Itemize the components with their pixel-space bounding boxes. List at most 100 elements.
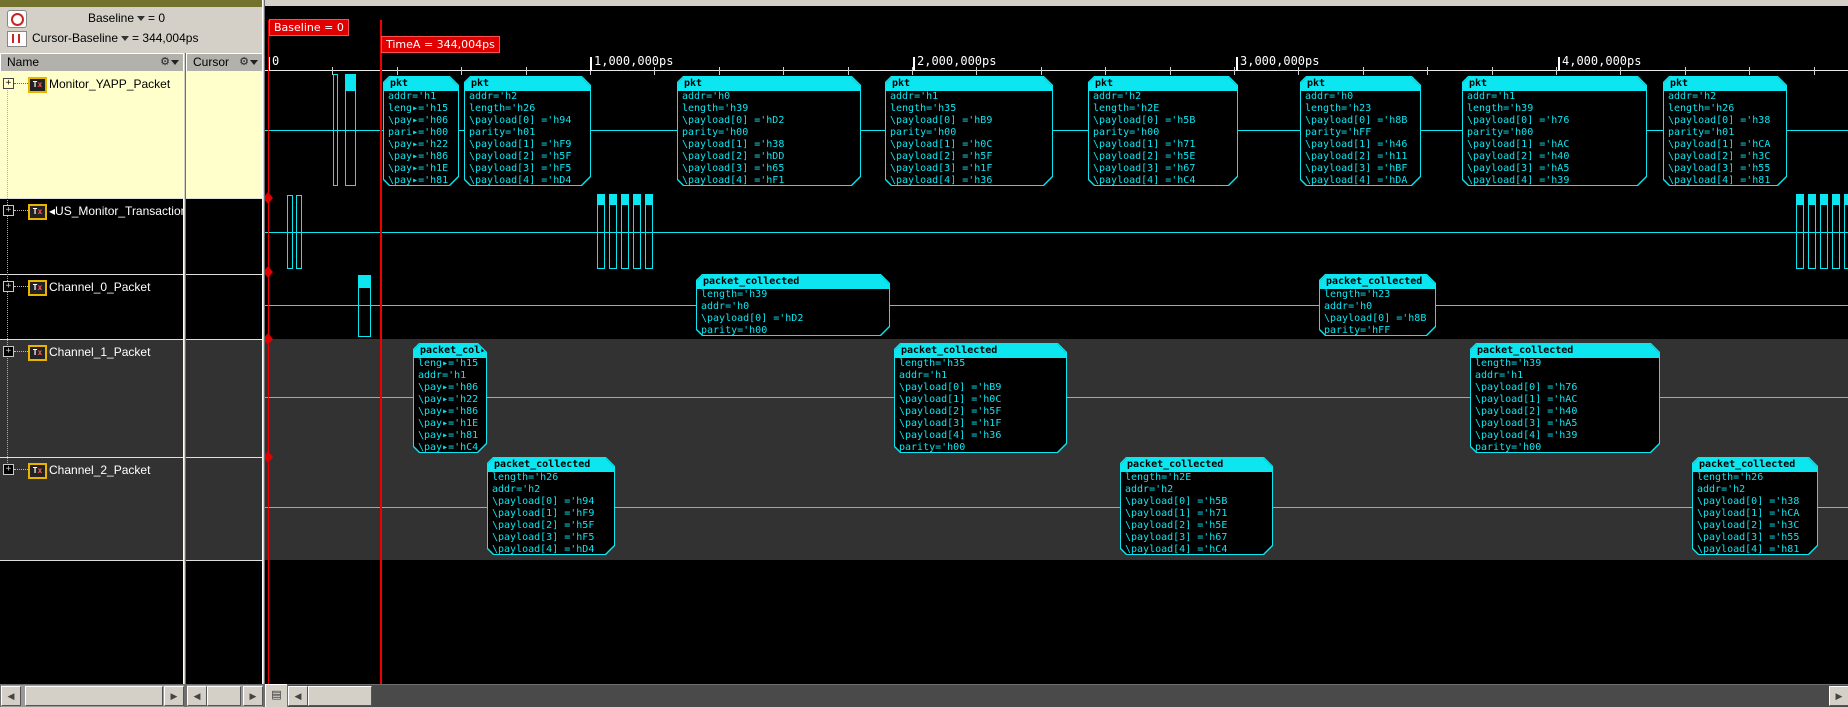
expand-plus-icon[interactable]: +	[3, 205, 14, 216]
transaction-field: \payload[2] ='h11	[1301, 151, 1420, 163]
signal-tree-item-channel_2_packet[interactable]: +TxChannel_2_Packet	[0, 462, 183, 478]
signal-tree-item-channel_1_packet[interactable]: +TxChannel_1_Packet	[0, 344, 183, 360]
transaction-pulse[interactable]	[1796, 194, 1804, 269]
transaction-pulse[interactable]	[1832, 194, 1840, 269]
transaction-box[interactable]: packet_collectedlength='h26addr='h2\payl…	[487, 457, 615, 555]
scroll-thumb[interactable]	[25, 686, 163, 706]
transaction-field: \payload[4] ='h39	[1463, 175, 1646, 187]
transaction-field: length='h35	[886, 103, 1052, 115]
transaction-pulse[interactable]	[597, 194, 605, 269]
transaction-box[interactable]: pktaddr='h2length='h26\payload[0] ='h94p…	[464, 76, 591, 186]
transaction-field: \payload[3] ='hF5	[465, 163, 590, 175]
cursor-column-gear-icon[interactable]: ⚙	[239, 54, 261, 71]
transaction-pulse[interactable]	[1808, 194, 1816, 269]
transaction-box-body: pktaddr='h1length='h35\payload[0] ='hB9p…	[886, 77, 1052, 185]
expand-plus-icon[interactable]: +	[3, 78, 14, 89]
transaction-box[interactable]: pktaddr='h0length='h39\payload[0] ='hD2p…	[677, 76, 861, 186]
baseline-dropdown-icon[interactable]	[137, 16, 145, 21]
transaction-field: \payload[0] ='h38	[1664, 115, 1786, 127]
transaction-box[interactable]: packet_collectedlength='h35addr='h1\payl…	[894, 343, 1067, 453]
scroll-left-button[interactable]: ◀	[288, 686, 308, 706]
transaction-field: \payload[1] ='h0C	[895, 394, 1066, 406]
scroll-right-button[interactable]: ▶	[164, 686, 184, 706]
transaction-pulse[interactable]	[287, 195, 293, 269]
transaction-pulse[interactable]	[633, 194, 641, 269]
transaction-field: parity='h00	[1463, 127, 1646, 139]
timea-flag[interactable]: TimeA = 344,004ps	[381, 36, 500, 53]
transaction-box[interactable]: pktaddr='h1leng▸='h15\pay▸='h06pari▸='h0…	[383, 76, 459, 186]
transaction-pulse[interactable]	[358, 275, 371, 337]
scroll-left-button[interactable]: ◀	[1, 686, 21, 706]
waveform-canvas[interactable]: 01,000,000ps2,000,000ps3,000,000ps4,000,…	[265, 6, 1848, 684]
baseline-flag[interactable]: Baseline = 0	[269, 19, 349, 36]
signal-tree-item-channel_0_packet[interactable]: +TxChannel_0_Packet	[0, 279, 183, 295]
baseline-cursor-line[interactable]	[268, 20, 269, 684]
transaction-field: leng▸='h15	[384, 103, 458, 115]
transaction-pulse[interactable]	[345, 74, 356, 186]
baseline-value: = 0	[148, 11, 165, 25]
transaction-box[interactable]: packet_collectedlength='h26addr='h2\payl…	[1692, 457, 1818, 555]
transaction-pulse[interactable]	[296, 195, 302, 269]
transaction-field: addr='h2	[488, 484, 614, 496]
expand-plus-icon[interactable]: +	[3, 346, 14, 357]
cursor-marker-icon[interactable]	[7, 31, 27, 47]
transaction-field: \payload[1] ='h46	[1301, 139, 1420, 151]
transaction-box-body: pktaddr='h2length='h26\payload[0] ='h38p…	[1664, 77, 1786, 185]
transaction-field: parity='h01	[1664, 127, 1786, 139]
transaction-box[interactable]: pktaddr='h1length='h39\payload[0] ='h76p…	[1462, 76, 1647, 186]
pulse-cap	[1797, 195, 1803, 205]
name-panel-hscrollbar[interactable]: ◀ ▶	[0, 684, 185, 707]
scroll-right-button[interactable]: ▶	[243, 686, 263, 706]
row-separator	[186, 560, 262, 561]
transaction-box[interactable]: packet_collectedlength='h23addr='h0\payl…	[1319, 274, 1436, 336]
transaction-box[interactable]: pktaddr='h1length='h35\payload[0] ='hB9p…	[885, 76, 1053, 186]
transaction-box[interactable]: pktaddr='h2length='h2E\payload[0] ='h5Bp…	[1088, 76, 1238, 186]
cursor-baseline-dropdown-icon[interactable]	[121, 36, 129, 41]
transaction-field: \payload[1] ='h0C	[886, 139, 1052, 151]
ruler-minor-tick	[1105, 67, 1106, 75]
transaction-field: addr='h0	[1320, 301, 1435, 313]
transaction-box[interactable]: packet_collectedlength='h2Eaddr='h2\payl…	[1120, 457, 1273, 555]
transaction-box[interactable]: packet_collectedlength='h39addr='h0\payl…	[696, 274, 890, 336]
signal-tree-item-us_monitor_transaction[interactable]: +Tx◂US_Monitor_Transaction	[0, 203, 183, 219]
timea-cursor-line[interactable]	[380, 20, 382, 684]
ruler-minor-tick	[1041, 67, 1042, 75]
transaction-pulse[interactable]	[621, 194, 629, 269]
scroll-thumb[interactable]	[207, 686, 241, 706]
scroll-right-button[interactable]: ▶	[1829, 686, 1848, 706]
transaction-pulse[interactable]	[609, 194, 617, 269]
transaction-box[interactable]: pktaddr='h0length='h23\payload[0] ='h8Bp…	[1300, 76, 1421, 186]
simvision-waveform-window: Baseline= 0 Cursor-Baseline= 344,004ps N…	[0, 0, 1848, 707]
scroll-left-button[interactable]: ◀	[187, 686, 207, 706]
transaction-field: length='h39	[1463, 103, 1646, 115]
row-separator	[0, 457, 183, 458]
cursor-baseline-value: = 344,004ps	[132, 31, 198, 45]
waveform-hscrollbar[interactable]: ◀ ▶	[287, 684, 1848, 707]
cursor-column-header[interactable]: Cursor ⚙	[186, 53, 264, 73]
expand-plus-icon[interactable]: +	[3, 464, 14, 475]
name-column-header[interactable]: Name ⚙	[0, 53, 185, 73]
ruler-minor-tick	[976, 67, 977, 75]
transaction-box-body: packet_collectedlength='h39addr='h0\payl…	[697, 275, 889, 335]
transaction-field: \payload[4] ='hD4	[488, 544, 614, 556]
transaction-pulse[interactable]	[645, 194, 653, 269]
cursor-panel-hscrollbar[interactable]: ◀ ▶	[186, 684, 264, 707]
scroll-thumb[interactable]	[308, 686, 372, 706]
transaction-box[interactable]: pktaddr='h2length='h26\payload[0] ='h38p…	[1663, 76, 1787, 186]
transaction-field: \payload[0] ='h94	[465, 115, 590, 127]
pulse-cap	[1821, 195, 1827, 205]
name-column-gear-icon[interactable]: ⚙	[160, 54, 182, 71]
tree-dots	[14, 469, 28, 470]
pane-layout-button[interactable]: ▤	[265, 684, 288, 707]
signal-tree-item-monitor_yapp_packet[interactable]: +TxMonitor_YAPP_Packet	[0, 76, 183, 92]
transaction-pulse[interactable]	[333, 74, 338, 186]
transaction-pulse[interactable]	[1820, 194, 1828, 269]
panel-separator[interactable]	[183, 53, 186, 707]
transaction-box[interactable]: packet_col▸leng▸='h15addr='h1\pay▸='h06\…	[413, 343, 487, 453]
transaction-box[interactable]: packet_collectedlength='h39addr='h1\payl…	[1470, 343, 1660, 453]
transaction-field: \payload[1] ='hAC	[1463, 139, 1646, 151]
search-target-icon[interactable]	[7, 10, 27, 28]
transaction-pulse[interactable]	[1844, 194, 1848, 269]
expand-plus-icon[interactable]: +	[3, 281, 14, 292]
transaction-field: \payload[2] ='hDD	[678, 151, 860, 163]
